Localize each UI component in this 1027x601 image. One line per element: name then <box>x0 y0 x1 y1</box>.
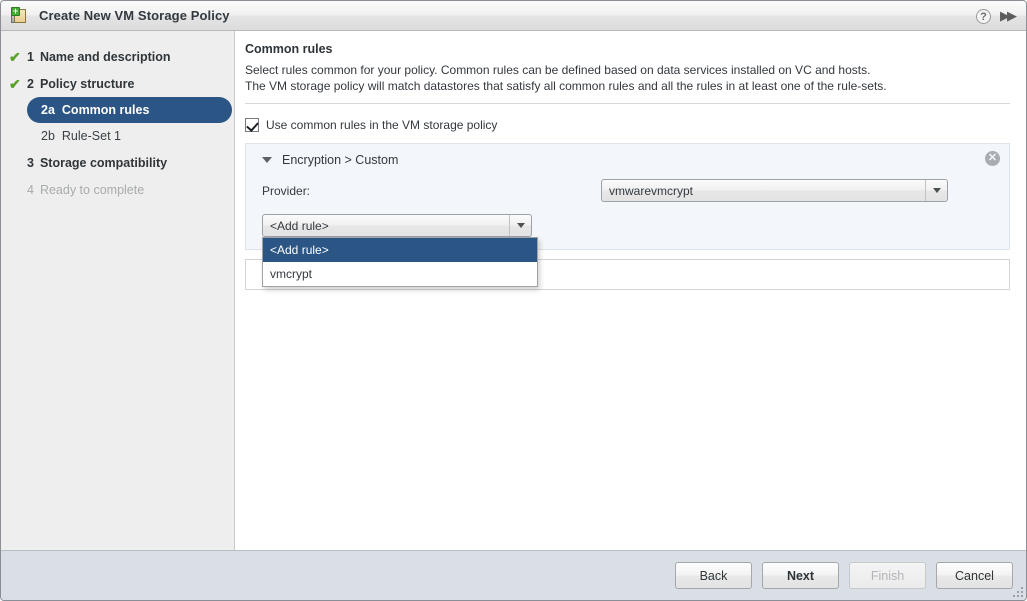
add-rule-select[interactable]: <Add rule> <box>262 214 532 237</box>
content-pane: Common rules Select rules common for you… <box>235 31 1026 552</box>
add-rule-select-value: <Add rule> <box>270 218 329 233</box>
provider-label: Provider: <box>262 183 311 198</box>
step-number: 3 <box>27 155 34 170</box>
provider-row: Provider: vmwarevmcrypt <box>256 179 999 202</box>
step-label: Name and description <box>39 49 171 64</box>
dropdown-option-vmcrypt[interactable]: vmcrypt <box>263 262 537 286</box>
dialog-footer: Back Next Finish Cancel <box>1 550 1026 600</box>
next-button[interactable]: Next <box>762 562 839 589</box>
provider-select-arrow-button[interactable] <box>925 180 947 201</box>
step-label: Ready to complete <box>39 182 145 197</box>
panel-header: Encryption > Custom <box>256 153 999 167</box>
page-description-line-2: The VM storage policy will match datasto… <box>245 79 887 93</box>
add-rule-dropdown-wrap: <Add rule> <Add rule> vmcrypt <box>262 214 538 287</box>
sidebar-step-ready-to-complete: 4 Ready to complete <box>1 176 234 203</box>
sidebar-step-policy-structure[interactable]: ✔ 2 Policy structure <box>1 70 234 97</box>
wizard-body: ✔ 1 Name and description ✔ 2 Policy stru… <box>1 31 1026 552</box>
finish-button: Finish <box>849 562 926 589</box>
titlebar-actions: ? ▶▶ <box>976 1 1018 31</box>
panel-title: Encryption > Custom <box>282 153 399 167</box>
step-label: Policy structure <box>39 76 135 91</box>
remove-component-icon[interactable]: ✕ <box>985 151 1000 166</box>
step-number: 1 <box>27 49 34 64</box>
step-number: 4 <box>27 182 34 197</box>
use-common-rules-checkbox[interactable] <box>245 118 259 132</box>
page-title: Common rules <box>245 42 333 56</box>
substep-label: Rule-Set 1 <box>61 129 121 143</box>
collapse-triangle-icon[interactable] <box>262 157 272 163</box>
help-icon[interactable]: ? <box>976 8 991 24</box>
step-number: 2 <box>27 76 34 91</box>
create-vm-storage-policy-dialog: + Create New VM Storage Policy ? ▶▶ ✔ 1 … <box>0 0 1027 601</box>
use-common-rules-row[interactable]: Use common rules in the VM storage polic… <box>245 118 1010 132</box>
substep-number: 2a <box>41 103 55 117</box>
resize-grip-icon[interactable] <box>1012 586 1023 597</box>
expand-chevrons-icon[interactable]: ▶▶ <box>1000 8 1018 24</box>
add-rule-select-arrow-button[interactable] <box>509 215 531 236</box>
new-policy-icon: + <box>11 6 29 25</box>
step-complete-check-icon: ✔ <box>9 48 21 65</box>
chevron-down-icon <box>516 223 525 228</box>
dropdown-option-add-rule[interactable]: <Add rule> <box>263 238 537 262</box>
wizard-steps-sidebar: ✔ 1 Name and description ✔ 2 Policy stru… <box>1 31 235 552</box>
sidebar-substep-common-rules[interactable]: 2a Common rules <box>27 97 232 123</box>
header-divider <box>245 103 1010 104</box>
encryption-rule-panel: ✕ Encryption > Custom Provider: vmwarevm… <box>245 143 1010 287</box>
step-complete-check-icon: ✔ <box>9 75 21 92</box>
back-button[interactable]: Back <box>675 562 752 589</box>
chevron-down-icon <box>932 188 941 193</box>
sidebar-step-name-and-description[interactable]: ✔ 1 Name and description <box>1 43 234 70</box>
use-common-rules-label: Use common rules in the VM storage polic… <box>266 118 498 132</box>
provider-select[interactable]: vmwarevmcrypt <box>601 179 948 202</box>
sidebar-step-storage-compatibility[interactable]: 3 Storage compatibility <box>1 149 234 176</box>
substep-label: Common rules <box>61 103 150 117</box>
page-description-line-1: Select rules common for your policy. Com… <box>245 63 871 77</box>
cancel-button[interactable]: Cancel <box>936 562 1013 589</box>
dialog-titlebar: + Create New VM Storage Policy ? ▶▶ <box>1 1 1026 31</box>
dialog-title: Create New VM Storage Policy <box>39 8 230 23</box>
add-rule-dropdown-list: <Add rule> vmcrypt <box>262 237 538 287</box>
sidebar-substep-rule-set-1[interactable]: 2b Rule-Set 1 <box>27 123 232 149</box>
provider-select-value: vmwarevmcrypt <box>609 183 694 198</box>
substep-number: 2b <box>41 129 55 143</box>
step-label: Storage compatibility <box>39 155 168 170</box>
